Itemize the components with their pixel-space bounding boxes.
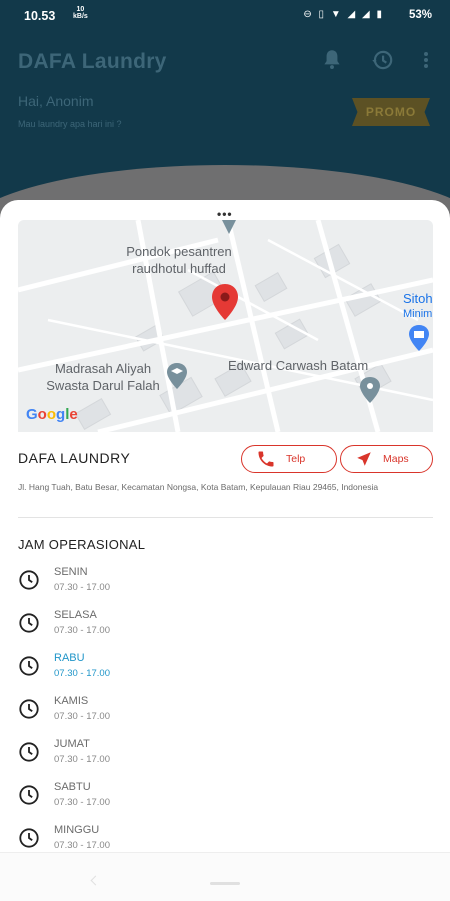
vibrate-icon: ▯ — [318, 9, 327, 20]
wifi-icon: ▼ — [330, 9, 343, 20]
greeting-subtitle: Mau laundry apa hari ini ? — [18, 119, 122, 129]
map-label-minim: Minim — [403, 308, 433, 320]
divider — [18, 517, 433, 518]
clock-icon — [19, 742, 39, 762]
day-row: SELASA 07.30 - 17.00 — [18, 609, 218, 645]
day-name: MINGGU — [54, 824, 100, 836]
greeting: Hai, Anonim — [18, 93, 94, 109]
map-label-sitoh: Sitoh — [403, 291, 433, 306]
google-logo: Google — [26, 406, 78, 423]
nav-back-icon[interactable] — [90, 875, 101, 886]
clock-icon — [19, 570, 39, 590]
map-view[interactable]: Pondok pesantren raudhotul huffad Sitoh … — [18, 220, 433, 432]
clock-icon — [19, 656, 39, 676]
clock-icon — [19, 699, 39, 719]
status-bar: 10.53 10 kB/s ⊖ ▯ ▼ ◢ ◢ ▮ 53% — [0, 0, 450, 30]
navigation-arrow-icon — [357, 452, 371, 466]
map-label-pondok: Pondok pesantren raudhotul huffad — [126, 244, 232, 276]
day-name: SABTU — [54, 781, 91, 793]
do-not-disturb-icon: ⊖ — [303, 9, 314, 20]
signal-icon: ◢ — [347, 9, 358, 20]
battery-level: 53% — [408, 9, 432, 21]
clock-icon — [19, 613, 39, 633]
day-hours: 07.30 - 17.00 — [54, 797, 110, 808]
day-name: SENIN — [54, 566, 88, 578]
net-speed-value: 10 — [76, 6, 85, 13]
system-nav-bar — [0, 852, 450, 901]
day-hours: 07.30 - 17.00 — [54, 711, 110, 722]
day-hours: 07.30 - 17.00 — [54, 582, 110, 593]
day-hours: 07.30 - 17.00 — [54, 625, 110, 636]
app-title: DAFA Laundry — [18, 50, 167, 73]
day-hours: 07.30 - 17.00 — [54, 668, 110, 679]
operational-hours-title: JAM OPERASIONAL — [18, 537, 146, 552]
day-hours: 07.30 - 17.00 — [54, 754, 110, 765]
day-row: KAMIS 07.30 - 17.00 — [18, 695, 218, 731]
clock-icon — [19, 828, 39, 848]
telp-button[interactable]: Telp — [241, 445, 337, 473]
day-row: SENIN 07.30 - 17.00 — [18, 566, 218, 602]
store-name: DAFA LAUNDRY — [18, 450, 131, 466]
day-name: KAMIS — [54, 695, 89, 707]
school-pin-icon — [167, 363, 187, 389]
day-row: RABU 07.30 - 17.00 — [18, 652, 218, 688]
status-time: 10.53 — [24, 9, 56, 23]
bottom-sheet: ••• Pondok pesantren raudhotul huffad Si… — [0, 200, 450, 900]
nav-home-pill[interactable] — [210, 882, 240, 885]
day-name: JUMAT — [54, 738, 90, 750]
telp-label: Telp — [286, 453, 306, 465]
maps-button[interactable]: Maps — [340, 445, 433, 473]
map-pin-top-icon — [222, 220, 236, 234]
drag-handle[interactable]: ••• — [217, 207, 233, 221]
map-label-carwash: Edward Carwash Batam — [228, 358, 369, 373]
maps-label: Maps — [383, 453, 409, 465]
day-name: SELASA — [54, 609, 97, 621]
clock-icon — [19, 785, 39, 805]
promo-button[interactable]: PROMO — [352, 98, 430, 126]
day-name: RABU — [54, 652, 85, 664]
day-row: SABTU 07.30 - 17.00 — [18, 781, 218, 817]
more-vert-icon[interactable] — [414, 47, 438, 73]
history-icon[interactable] — [369, 47, 395, 73]
shop-pin-icon — [409, 325, 429, 351]
day-row: JUMAT 07.30 - 17.00 — [18, 738, 218, 774]
location-pin-icon — [212, 284, 238, 320]
signal-2-icon: ◢ — [362, 9, 372, 20]
carwash-pin-icon — [360, 377, 380, 403]
net-speed: 10 kB/s — [73, 6, 88, 20]
phone-icon — [258, 451, 274, 467]
store-address: Jl. Hang Tuah, Batu Besar, Kecamatan Non… — [18, 482, 379, 492]
net-speed-unit: kB/s — [73, 13, 88, 20]
day-hours: 07.30 - 17.00 — [54, 840, 110, 851]
battery-icon: ▮ — [376, 9, 384, 20]
map-label-madrasah: Madrasah Aliyah Swasta Darul Falah — [46, 361, 160, 393]
status-icons: ⊖ ▯ ▼ ◢ ◢ ▮ — [303, 9, 384, 20]
bell-icon[interactable] — [319, 47, 345, 73]
